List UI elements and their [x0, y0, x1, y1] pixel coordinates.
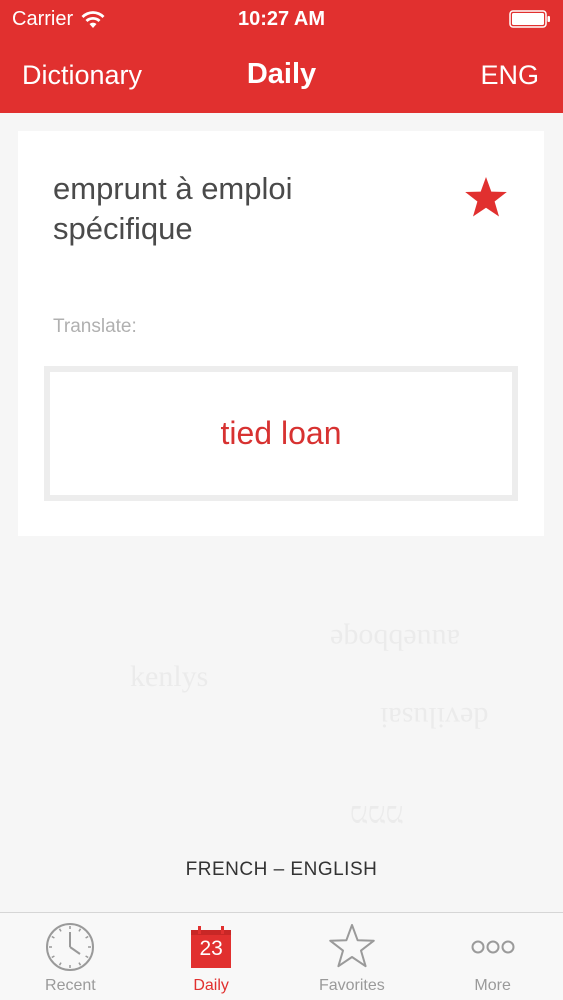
language-button[interactable]: ENG	[480, 60, 539, 91]
tab-more[interactable]: More	[422, 913, 563, 1000]
background-decoration: מממ	[350, 799, 404, 832]
tab-favorites[interactable]: Favorites	[282, 913, 423, 1000]
tab-bar: Recent 23 Daily Favorites More	[0, 912, 563, 1000]
status-time: 10:27 AM	[237, 8, 326, 30]
page-title: Daily	[246, 58, 317, 90]
word-of-the-day: emprunt à emploi spécifique	[53, 171, 293, 247]
tab-label: Daily	[193, 977, 229, 994]
calendar-day: 23	[199, 937, 223, 960]
tab-daily[interactable]: 23 Daily	[141, 913, 282, 1000]
tab-label: More	[474, 977, 511, 994]
header: Carrier 10:27 AM Dictionary Daily ENG	[0, 0, 563, 113]
word-card: emprunt à emploi spécifique Translate: t…	[18, 131, 544, 536]
background-decoration: devilusai	[380, 701, 489, 734]
translate-label: Translate:	[53, 316, 137, 337]
clock-icon	[46, 923, 95, 971]
translation-box[interactable]: tied loan	[44, 366, 518, 501]
nav-bar: Dictionary Daily ENG	[0, 38, 563, 113]
more-icon	[471, 940, 515, 954]
battery-icon	[509, 10, 550, 28]
translation-text: tied loan	[220, 415, 342, 451]
star-outline-icon	[329, 924, 375, 968]
status-bar: Carrier 10:27 AM	[0, 0, 563, 38]
tab-label: Recent	[45, 977, 96, 994]
background-decoration: auuebboqe	[330, 623, 460, 656]
tab-recent[interactable]: Recent	[0, 913, 141, 1000]
language-pair-label: FRENCH – ENGLISH	[185, 859, 378, 880]
tab-label: Favorites	[318, 977, 385, 994]
background-decoration: kenlys	[130, 660, 209, 693]
star-icon[interactable]	[464, 175, 508, 219]
calendar-icon: 23	[185, 921, 237, 973]
